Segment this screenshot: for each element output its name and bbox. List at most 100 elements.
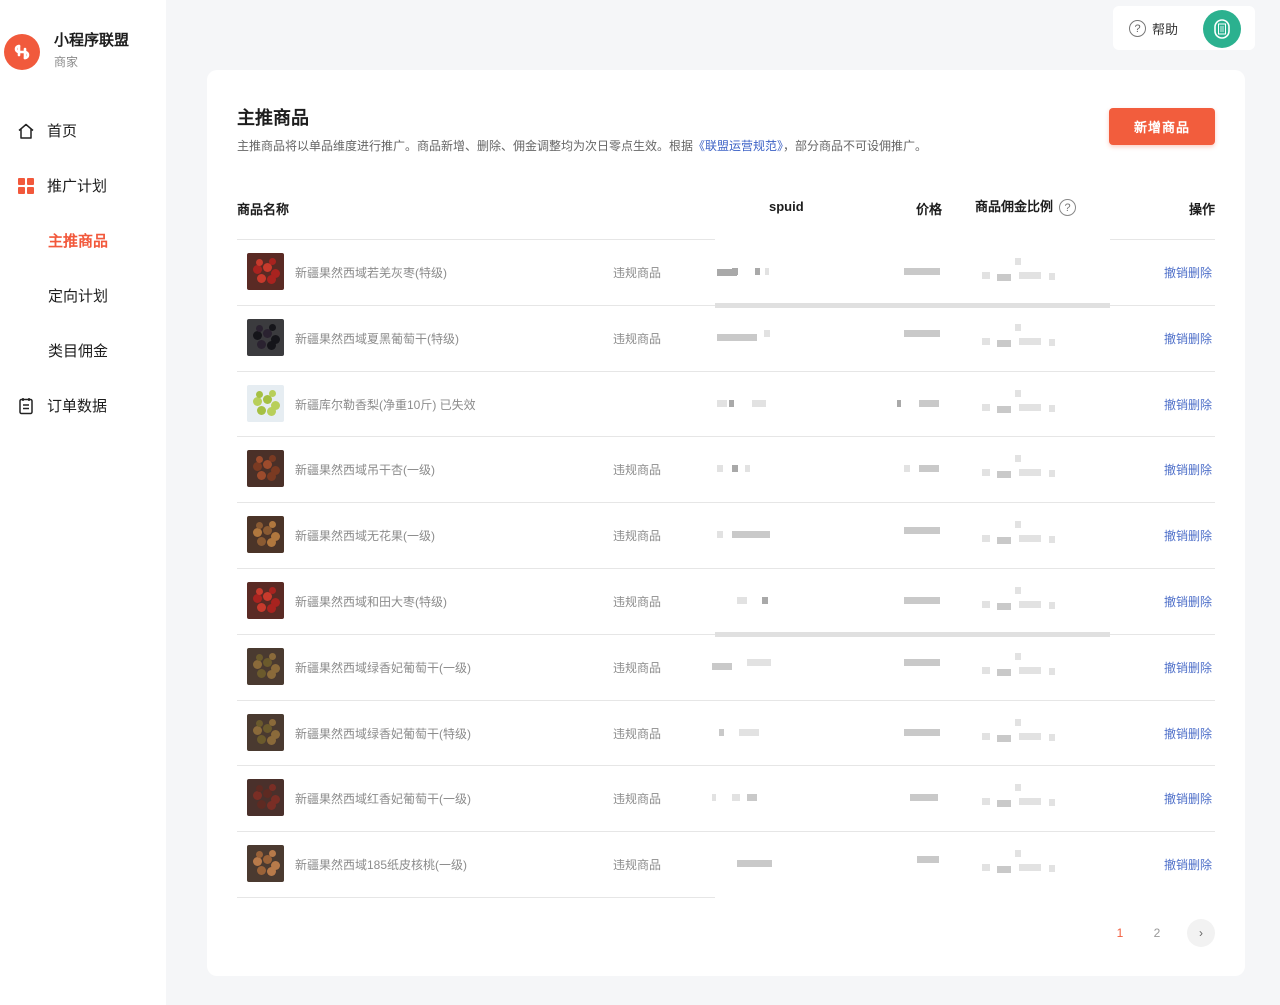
undo-delete-link[interactable]: 撤销删除	[1164, 856, 1212, 873]
product-image-detail	[269, 521, 276, 529]
product-image-detail	[267, 538, 276, 548]
status-badge: 违规商品	[613, 660, 662, 675]
add-product-button[interactable]: 新增商品	[1109, 108, 1215, 145]
commission-redacted	[982, 337, 990, 345]
undo-delete-link[interactable]: 撤销删除	[1164, 527, 1212, 544]
table-row: 新疆果然西域红香妃葡萄干(一级) 违规商品 撤销删除	[207, 765, 1245, 831]
price-redacted	[904, 596, 940, 604]
price-redacted	[910, 794, 938, 802]
help-label: 帮助	[1152, 22, 1179, 37]
product-name: 新疆果然西域185纸皮核桃(一级)	[295, 858, 468, 873]
status-badge: 违规商品	[613, 594, 662, 609]
commission-redacted	[997, 734, 1011, 742]
commission-redacted	[1015, 586, 1021, 594]
page-description: 主推商品将以单品维度进行推广。商品新增、删除、佣金调整均为次日零点生效。根据《联…	[237, 137, 927, 154]
nav-item-home[interactable]: 首页	[0, 103, 166, 158]
table-row: 新疆果然西域若羌灰枣(特级) 违规商品 撤销删除	[207, 239, 1245, 305]
product-image-detail	[257, 734, 266, 744]
undo-delete-link[interactable]: 撤销删除	[1164, 396, 1212, 413]
commission-redacted	[1019, 403, 1041, 411]
commission-redacted	[1049, 338, 1055, 346]
product-image-detail	[257, 339, 266, 349]
commission-redacted	[1019, 666, 1041, 674]
product-image-detail	[269, 718, 276, 726]
page-1-button[interactable]: 1	[1106, 919, 1134, 947]
product-image-detail	[267, 340, 276, 350]
commission-redacted	[997, 602, 1011, 610]
product-image-detail	[253, 462, 262, 472]
operation-rules-link[interactable]: 《联盟运营规范》	[693, 139, 783, 153]
spuid-redacted	[732, 794, 740, 802]
spuid-redacted	[765, 268, 769, 275]
nav-item-order-data[interactable]: 订单数据	[0, 378, 166, 433]
undo-delete-link[interactable]: 撤销删除	[1164, 659, 1212, 676]
avatar[interactable]	[1203, 10, 1241, 48]
commission-redacted	[982, 403, 990, 411]
product-image-detail	[269, 652, 276, 660]
product-name: 新疆果然西域和田大枣(特级)	[295, 594, 447, 609]
product-table-body: 新疆果然西域若羌灰枣(特级) 违规商品 撤销删除 新疆果然西域夏黑葡萄干(特级) 违规商…	[207, 239, 1245, 898]
product-thumbnail	[247, 318, 284, 356]
commission-redacted	[1015, 455, 1021, 463]
page-title: 主推商品	[237, 108, 309, 128]
product-image-detail	[269, 850, 276, 858]
product-image-detail	[256, 785, 263, 793]
commission-redacted	[1049, 601, 1055, 609]
brand-subtitle: 商家	[54, 55, 79, 69]
commission-redacted	[982, 864, 990, 872]
commission-redacted	[997, 471, 1011, 479]
row-divider	[715, 370, 1110, 372]
question-icon: ?	[1129, 20, 1146, 37]
commission-redacted	[982, 732, 990, 740]
next-page-button[interactable]: ›	[1187, 919, 1215, 947]
spuid-redacted	[732, 465, 738, 473]
sidebar-nav: 首页 推广计划 主推商品 定向计划 类目佣金 订单数据	[0, 103, 166, 433]
price-redacted	[919, 399, 939, 407]
nav-item-featured-products[interactable]: 主推商品	[0, 213, 166, 268]
undo-delete-link[interactable]: 撤销删除	[1164, 790, 1212, 807]
commission-redacted	[1015, 521, 1021, 529]
product-image-detail	[269, 389, 276, 397]
commission-redacted	[1019, 337, 1041, 345]
product-thumbnail	[247, 779, 284, 817]
product-image-detail	[269, 784, 276, 792]
price-redacted	[904, 658, 940, 666]
row-divider	[1110, 370, 1215, 372]
product-thumbnail	[247, 713, 284, 751]
undo-delete-link[interactable]: 撤销删除	[1164, 593, 1212, 610]
product-image-detail	[257, 602, 266, 612]
commission-redacted	[982, 798, 990, 806]
row-divider	[237, 304, 715, 306]
undo-delete-link[interactable]: 撤销删除	[1164, 330, 1212, 347]
commission-redacted	[1015, 850, 1021, 858]
commission-redacted	[1015, 258, 1021, 265]
product-name: 新疆果然西域若羌灰枣(特级)	[295, 266, 447, 280]
row-divider	[1110, 502, 1215, 504]
product-image-detail	[267, 275, 276, 284]
question-icon[interactable]: ?	[1059, 199, 1077, 217]
column-header-spuid: spuid	[769, 199, 804, 214]
commission-redacted	[997, 668, 1011, 676]
price-redacted	[919, 465, 939, 473]
description-text-end: ，部分商品不可设佣推广。	[783, 139, 928, 153]
status-badge: 违规商品	[613, 858, 662, 873]
row-divider	[237, 633, 715, 635]
commission-redacted	[1019, 469, 1041, 477]
document-icon	[16, 396, 36, 416]
commission-redacted	[997, 339, 1011, 347]
commission-redacted	[1049, 799, 1055, 807]
spuid-redacted	[755, 268, 760, 275]
nav-item-targeted-plan[interactable]: 定向计划	[0, 268, 166, 323]
undo-delete-link[interactable]: 撤销删除	[1164, 725, 1212, 742]
undo-delete-link[interactable]: 撤销删除	[1164, 461, 1212, 478]
commission-redacted	[982, 666, 990, 674]
help-button[interactable]: ? 帮助	[1129, 19, 1178, 38]
undo-delete-link[interactable]: 撤销删除	[1164, 264, 1212, 281]
nav-item-promotion-plan[interactable]: 推广计划	[0, 158, 166, 213]
product-image-detail	[269, 258, 276, 265]
nav-item-category-commission[interactable]: 类目佣金	[0, 323, 166, 378]
commission-redacted	[1049, 667, 1055, 675]
commission-redacted	[982, 600, 990, 608]
page-2-button[interactable]: 2	[1143, 919, 1171, 947]
spuid-redacted	[737, 860, 772, 868]
